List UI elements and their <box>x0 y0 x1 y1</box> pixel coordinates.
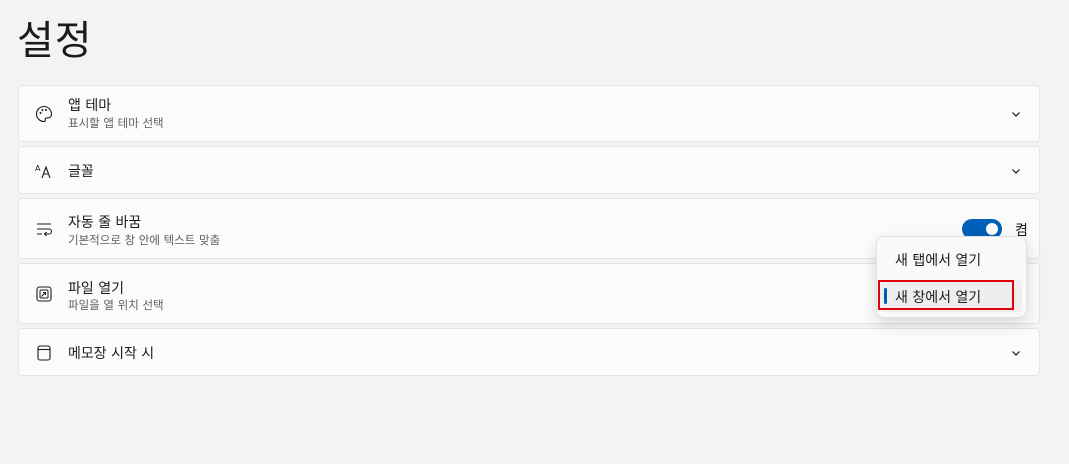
setting-description: 표시할 앱 테마 선택 <box>68 116 164 130</box>
chevron-down-icon[interactable] <box>1009 346 1023 360</box>
setting-description: 파일을 열 위치 선택 <box>68 298 164 312</box>
setting-title: 앱 테마 <box>68 98 112 114</box>
open-file-icon <box>35 285 53 303</box>
svg-text:A: A <box>35 164 41 173</box>
word-wrap-icon <box>35 220 53 238</box>
setting-title: 파일 열기 <box>68 281 124 297</box>
menu-item-label: 새 탭에서 열기 <box>895 253 982 269</box>
chevron-down-icon[interactable] <box>1009 164 1023 178</box>
highlight-annotation <box>878 280 1014 310</box>
palette-icon <box>35 105 53 123</box>
font-icon: A <box>35 162 53 180</box>
toggle-knob <box>986 223 998 235</box>
menu-item-open-in-new-tab[interactable]: 새 탭에서 열기 <box>881 243 1022 275</box>
setting-title: 자동 줄 바꿈 <box>68 215 142 231</box>
setting-title: 메모장 시작 시 <box>68 346 155 362</box>
setting-title: 글꼴 <box>68 164 94 180</box>
setting-app-theme[interactable]: 앱 테마 표시할 앱 테마 선택 <box>18 85 1040 142</box>
chevron-down-icon[interactable] <box>1009 107 1023 121</box>
setting-notepad-start[interactable]: 메모장 시작 시 <box>18 328 1040 376</box>
page-title: 설정 <box>17 18 93 64</box>
setting-description: 기본적으로 창 안에 텍스트 맞춤 <box>68 233 221 247</box>
setting-font[interactable]: A 글꼴 <box>18 146 1040 194</box>
notepad-icon <box>35 344 53 362</box>
